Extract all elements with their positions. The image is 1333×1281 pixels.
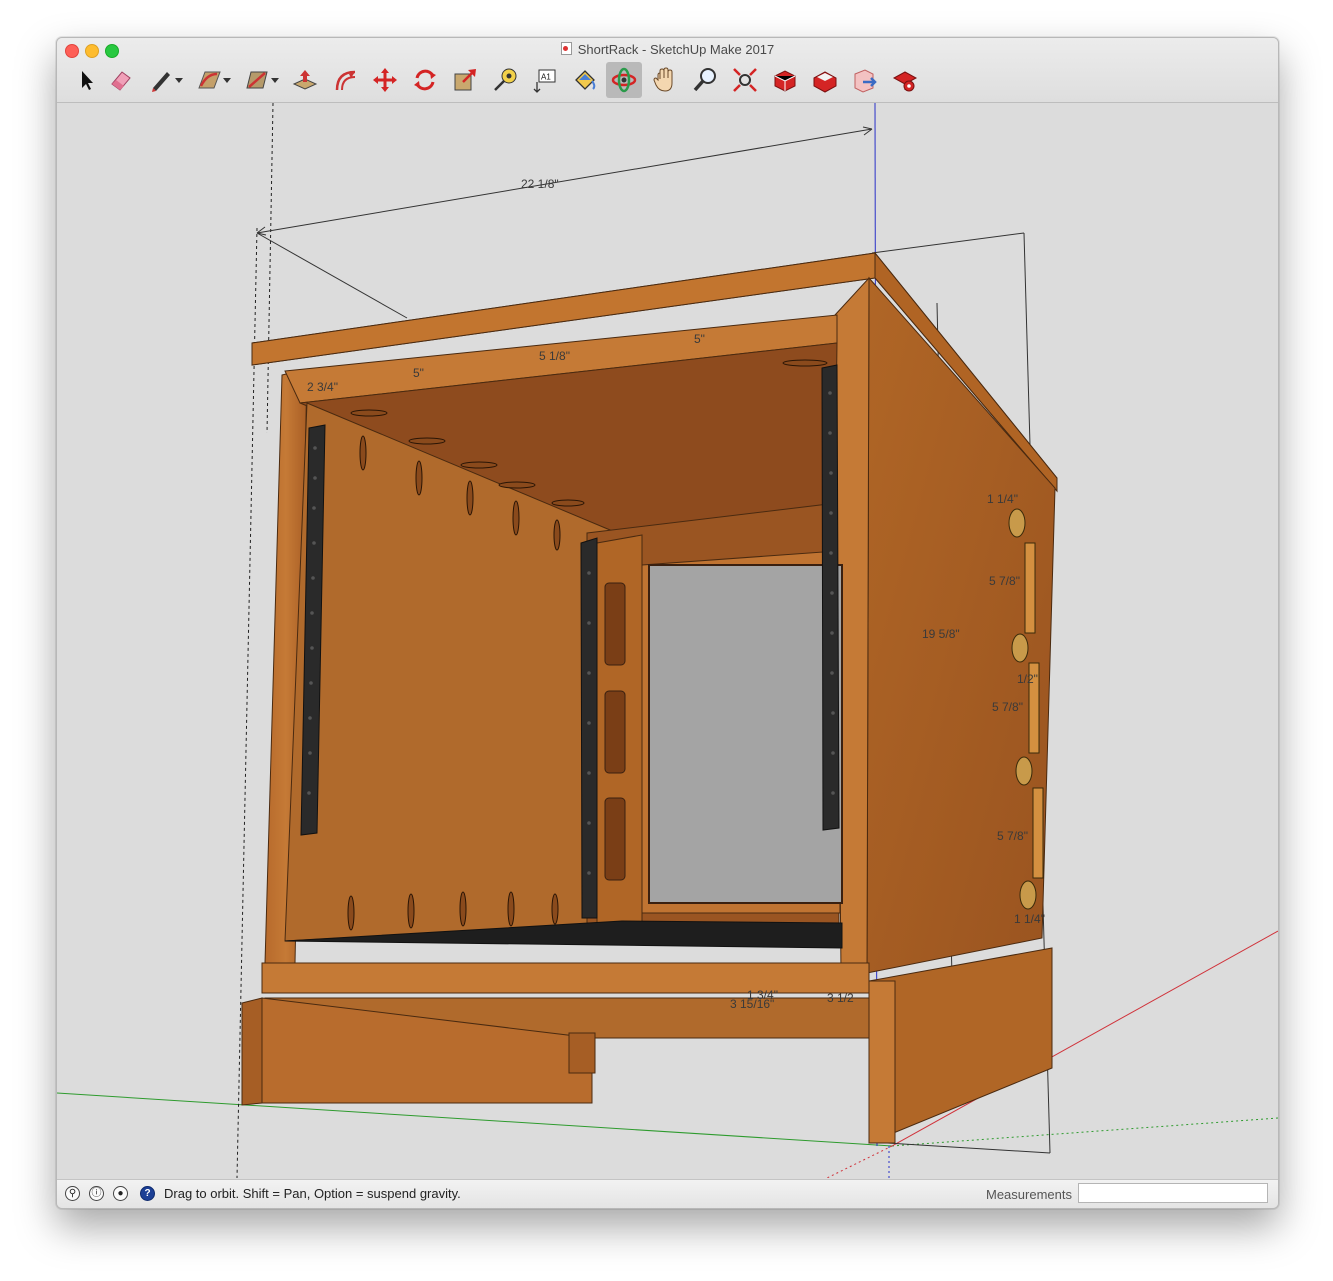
line-tool-button[interactable]: [143, 62, 179, 98]
orbit-tool-button[interactable]: [606, 62, 642, 98]
green-axis-dotted: [891, 1117, 1278, 1147]
pan-tool-button[interactable]: [647, 62, 683, 98]
title-bar: ShortRack - SketchUp Make 2017 A1: [57, 38, 1278, 103]
line-tool-dropdown[interactable]: [175, 78, 183, 83]
arc-icon: [198, 71, 221, 89]
dim-side-3: 1/2": [1017, 672, 1038, 686]
window-title-area: ShortRack - SketchUp Make 2017: [57, 42, 1278, 57]
rectangle-tool-button[interactable]: [239, 62, 275, 98]
offset-icon: [335, 70, 356, 91]
offset-tool-button[interactable]: [327, 62, 363, 98]
rack-cabinet-model[interactable]: 22 1/8" 2 3/4" 5" 5 1/8" 5" 19 5/8" 1 3/…: [57, 103, 1278, 1178]
select-tool-button[interactable]: [69, 62, 105, 98]
left-rear-rack-rail: [580, 537, 598, 919]
extension-line: [886, 1142, 1051, 1154]
rotate-icon: [414, 69, 436, 91]
rotate-tool-button[interactable]: [407, 62, 443, 98]
window-title: ShortRack - SketchUp Make 2017: [577, 42, 775, 57]
dimension-line: [256, 128, 873, 234]
dim-top-5-1-8: 5 1/8": [539, 349, 570, 363]
share-model-icon: [854, 69, 877, 93]
dim-top-5b: 5": [694, 332, 705, 346]
pencil-icon: [152, 72, 170, 92]
move-tool-button[interactable]: [367, 62, 403, 98]
arc-tool-dropdown[interactable]: [223, 78, 231, 83]
dim-width-total: 22 1/8": [521, 177, 559, 191]
paint-bucket-icon: [575, 70, 596, 90]
arrow-cursor-icon: [82, 71, 93, 90]
dim-side-2: 5 7/8": [989, 574, 1020, 588]
arc-tool-button[interactable]: [191, 62, 227, 98]
account-icon[interactable]: ●: [113, 1186, 128, 1201]
document-icon: [560, 42, 572, 55]
scale-tool-button[interactable]: [447, 62, 483, 98]
status-hint: Drag to orbit. Shift = Pan, Option = sus…: [164, 1186, 461, 1201]
share-model-tool-button[interactable]: [847, 62, 883, 98]
dim-height: 19 5/8": [922, 627, 960, 641]
right-front-rack-rail: [821, 364, 840, 831]
hand-icon: [653, 67, 673, 92]
extension-line: [871, 232, 1025, 254]
geo-location-icon[interactable]: ⚲: [65, 1186, 80, 1201]
move-arrows-icon: [373, 68, 397, 92]
dim-top-left: 2 3/4": [307, 380, 338, 394]
status-bar: ⚲ ⓘ ● ? Drag to orbit. Shift = Pan, Opti…: [57, 1179, 1278, 1208]
3d-warehouse-icon: [774, 70, 796, 92]
extension-manager-tool-button[interactable]: [887, 62, 923, 98]
sketchup-window: ShortRack - SketchUp Make 2017 A1 22 1/8…: [56, 37, 1279, 1209]
base-right-panel: [868, 947, 1053, 1144]
svg-text:A1: A1: [541, 73, 551, 82]
dim-top-5a: 5": [413, 366, 424, 380]
red-axis-dotted: [826, 1145, 893, 1178]
dim-side-5: 5 7/8": [997, 829, 1028, 843]
zoom-extents-tool-button[interactable]: [727, 62, 763, 98]
dim-bottom-3-15-16: 3 15/16": [730, 997, 774, 1011]
rectangle-icon: [246, 71, 268, 89]
base-right-leg: [868, 980, 896, 1144]
3d-viewport[interactable]: 22 1/8" 2 3/4" 5" 5 1/8" 5" 19 5/8" 1 3/…: [57, 103, 1278, 1178]
extension-line: [256, 232, 408, 319]
text-label-icon: A1: [533, 69, 556, 93]
extension-manager-icon: [892, 71, 918, 92]
credits-icon[interactable]: ⓘ: [89, 1186, 104, 1201]
measurements-input[interactable]: [1078, 1183, 1268, 1203]
warehouse-tool-button[interactable]: [767, 62, 803, 98]
help-icon[interactable]: ?: [140, 1186, 155, 1201]
dim-side-4: 5 7/8": [992, 700, 1023, 714]
extension-warehouse-icon: [813, 71, 837, 93]
tape-measure-tool-button[interactable]: [487, 62, 523, 98]
guide-line: [266, 103, 274, 434]
dim-side-6: 1 1/4": [1014, 912, 1045, 926]
text-tool-button[interactable]: A1: [527, 62, 563, 98]
zoom-tool-button[interactable]: [687, 62, 723, 98]
eraser-tool-button[interactable]: [103, 62, 139, 98]
measurements-label: Measurements: [986, 1187, 1072, 1202]
back-opening: [648, 564, 843, 904]
push-pull-icon: [292, 70, 318, 90]
push-pull-tool-button[interactable]: [287, 62, 323, 98]
base-left-leg: [241, 997, 263, 1106]
rectangle-tool-dropdown[interactable]: [271, 78, 279, 83]
orbit-icon: [611, 67, 637, 93]
scale-icon: [454, 69, 476, 91]
magnifier-icon: [693, 68, 716, 92]
extension-warehouse-tool-button[interactable]: [807, 62, 843, 98]
dimension-arrow: [862, 126, 873, 136]
zoom-extents-icon: [733, 68, 757, 92]
dim-bottom-3-1-2: 3 1/2: [827, 991, 854, 1005]
eraser-icon: [111, 71, 131, 91]
dim-side-1: 1 1/4": [987, 492, 1018, 506]
tape-measure-icon: [494, 68, 517, 91]
paint-bucket-tool-button[interactable]: [567, 62, 603, 98]
